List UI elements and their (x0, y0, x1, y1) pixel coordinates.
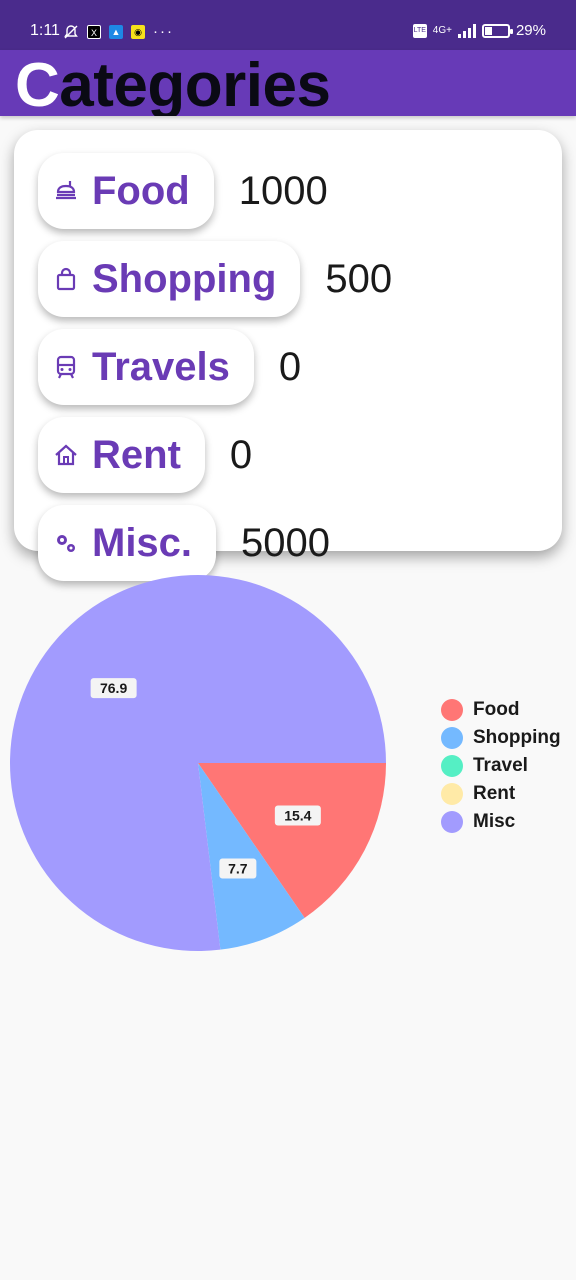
category-chip-shopping[interactable]: Shopping (38, 241, 301, 317)
gears-icon (52, 529, 80, 557)
page-title: Categories (15, 55, 331, 117)
page-title-rest: ategories (59, 51, 331, 117)
battery-icon (481, 23, 513, 38)
train-icon (52, 353, 80, 381)
category-amount: 0 (229, 432, 253, 477)
snapchat-icon: ◉ (131, 24, 145, 39)
category-amount: 0 (278, 344, 302, 389)
category-label: Food (92, 168, 190, 213)
category-chip-food[interactable]: Food (38, 153, 214, 229)
legend-label: Rent (473, 783, 516, 804)
legend-swatch (441, 727, 463, 749)
value-label-text: 7.7 (228, 861, 248, 877)
page-title-initial: C (15, 51, 60, 117)
food-icon (52, 177, 80, 205)
category-row-shopping: Shopping 500 (38, 241, 392, 317)
network-type: 4G+ (432, 25, 452, 36)
bell-off-icon (64, 24, 78, 38)
home-icon (52, 441, 80, 469)
category-row-rent: Rent 0 (38, 417, 252, 493)
legend-item-food[interactable]: Food (441, 696, 561, 724)
category-row-food: Food 1000 (38, 153, 328, 229)
battery-percent: 29% (515, 22, 546, 39)
slice-value-label: 76.9 (90, 678, 137, 699)
signal-icon (457, 23, 476, 38)
legend-swatch (441, 783, 463, 805)
status-bar: 1:11 X ▲ ◉ ··· LTE 4G+ 29% (0, 0, 576, 50)
shopping-bag-icon (52, 265, 80, 293)
legend-label: Shopping (473, 727, 561, 748)
more-notifications-icon: ··· (153, 23, 174, 40)
slice-value-label: 15.4 (274, 805, 321, 826)
value-label-text: 76.9 (100, 680, 127, 696)
category-amount: 5000 (241, 520, 331, 565)
category-chip-rent[interactable]: Rent (38, 417, 205, 493)
chart-legend: Food Shopping Travel Rent Misc (441, 696, 561, 836)
value-label-text: 15.4 (284, 807, 311, 823)
legend-swatch (441, 699, 463, 721)
category-label: Travels (92, 344, 230, 389)
legend-item-rent[interactable]: Rent (441, 780, 561, 808)
legend-swatch (441, 755, 463, 777)
legend-item-shopping[interactable]: Shopping (441, 724, 561, 752)
category-amount: 1000 (238, 168, 328, 213)
category-row-travels: Travels 0 (38, 329, 301, 405)
app-bar: Categories (0, 50, 576, 116)
legend-label: Travel (473, 755, 528, 776)
category-chip-travels[interactable]: Travels (38, 329, 254, 405)
legend-label: Food (473, 699, 520, 720)
category-label: Shopping (92, 256, 277, 301)
category-amount: 500 (325, 256, 393, 301)
legend-item-misc[interactable]: Misc (441, 808, 561, 836)
status-indicators: LTE 4G+ 29% (412, 22, 546, 39)
legend-swatch (441, 811, 463, 833)
volte-icon: LTE (412, 23, 427, 38)
legend-label: Misc (473, 811, 516, 832)
status-time: 1:11 (30, 22, 60, 39)
category-label: Misc. (92, 520, 193, 565)
notification-icons: X ▲ ◉ ··· (63, 23, 174, 40)
slice-value-label: 7.7 (219, 858, 257, 879)
x-app-icon: X (87, 24, 101, 39)
category-label: Rent (92, 432, 181, 477)
photos-app-icon: ▲ (109, 24, 123, 39)
legend-item-travel[interactable]: Travel (441, 752, 561, 780)
